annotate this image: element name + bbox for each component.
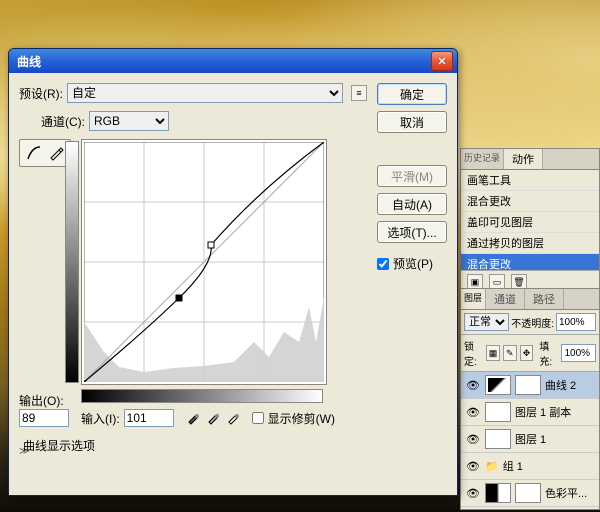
ok-button[interactable]: 确定 <box>377 83 447 105</box>
preview-checkbox[interactable]: 预览(P) <box>377 255 447 272</box>
tab-paths[interactable]: 路径 <box>525 289 564 309</box>
mask-thumb[interactable] <box>515 483 541 503</box>
opacity-field[interactable]: 100% <box>556 313 596 331</box>
channel-label: 通道(C): <box>41 113 85 130</box>
history-item[interactable]: 盖印可见图层 <box>461 212 599 233</box>
visibility-icon[interactable]: 👁 <box>465 460 481 473</box>
output-label: 输出(O): <box>19 392 75 409</box>
visibility-icon[interactable]: 👁 <box>465 406 481 419</box>
eyedropper-black-icon[interactable] <box>186 411 200 425</box>
history-list[interactable]: 画笔工具 混合更改 盖印可见图层 通过拷贝的图层 混合更改 <box>461 170 599 270</box>
blend-mode-select[interactable]: 正常 <box>464 313 509 331</box>
tab-actions[interactable]: 动作 <box>504 149 543 169</box>
layer-row[interactable]: 👁 曲线 2 <box>461 372 599 399</box>
close-button[interactable]: ✕ <box>431 51 453 71</box>
eyedropper-gray-icon[interactable] <box>206 411 220 425</box>
auto-button[interactable]: 自动(A) <box>377 193 447 215</box>
layer-row[interactable]: 👁 图层 1 副本 <box>461 399 599 426</box>
dialog-title: 曲线 <box>13 53 431 70</box>
layer-thumb[interactable] <box>485 483 511 503</box>
eyedroppers <box>186 411 240 425</box>
preset-label: 预设(R): <box>19 85 63 102</box>
curves-dialog: 曲线 ✕ 预设(R): 自定 ≡ 通道(C): RGB <box>8 48 458 496</box>
cancel-button[interactable]: 取消 <box>377 111 447 133</box>
tab-channels[interactable]: 通道 <box>486 289 525 309</box>
tab-layers[interactable]: 图层 <box>461 289 486 309</box>
smooth-button: 平滑(M) <box>377 165 447 187</box>
folder-icon: 📁 <box>485 460 499 473</box>
fill-label: 填充: <box>539 338 558 368</box>
curve-point[interactable] <box>208 242 214 248</box>
lock-brush-icon[interactable]: ✎ <box>503 345 517 361</box>
layer-name: 图层 1 <box>515 431 546 447</box>
layer-name: 曲线 2 <box>545 377 576 393</box>
curve-toolbox <box>19 139 71 167</box>
output-field[interactable] <box>19 409 69 427</box>
lock-move-icon[interactable]: ✥ <box>520 345 534 361</box>
history-item[interactable]: 通过拷贝的图层 <box>461 233 599 254</box>
layer-name: 色彩平... <box>545 485 587 501</box>
preset-select[interactable]: 自定 <box>67 83 343 103</box>
input-label: 输入(I): <box>81 410 120 427</box>
layer-thumb[interactable] <box>485 402 511 422</box>
lock-label: 锁定: <box>464 338 483 368</box>
channel-select[interactable]: RGB <box>89 111 169 131</box>
lock-pixels-icon[interactable]: ▦ <box>486 345 500 361</box>
curve-graph[interactable]: 输入(I): 显示修剪(W) <box>81 139 335 427</box>
preset-menu-icon[interactable]: ≡ <box>351 85 367 101</box>
output-gradient <box>65 141 79 383</box>
titlebar[interactable]: 曲线 ✕ <box>9 49 457 73</box>
history-panel: 历史记录 动作 画笔工具 混合更改 盖印可见图层 通过拷贝的图层 混合更改 ▣ … <box>460 148 600 294</box>
eyedropper-white-icon[interactable] <box>226 411 240 425</box>
input-gradient <box>81 389 323 403</box>
curve-point-tool[interactable] <box>24 143 44 163</box>
visibility-icon[interactable]: 👁 <box>465 487 481 500</box>
fill-field[interactable]: 100% <box>561 344 596 362</box>
tab-history[interactable]: 历史记录 <box>461 149 504 169</box>
layer-name: 组 1 <box>503 458 523 474</box>
layers-panel: 图层 通道 路径 正常 不透明度: 100% 锁定: ▦ ✎ ✥ 填充: 100… <box>460 288 600 510</box>
curve-display-options-toggle[interactable]: ≫ 曲线显示选项 <box>19 437 447 454</box>
layer-thumb[interactable] <box>485 429 511 449</box>
layer-row[interactable]: 👁 图层 1 <box>461 426 599 453</box>
layer-name: 图层 1 副本 <box>515 404 571 420</box>
curve-pencil-tool[interactable] <box>46 143 66 163</box>
visibility-icon[interactable]: 👁 <box>465 433 481 446</box>
input-field[interactable] <box>124 409 174 427</box>
mask-thumb[interactable] <box>515 375 541 395</box>
history-item[interactable]: 混合更改 <box>461 191 599 212</box>
visibility-icon[interactable]: 👁 <box>465 379 481 392</box>
layer-thumb[interactable] <box>485 375 511 395</box>
show-clipping-checkbox[interactable]: 显示修剪(W) <box>252 410 335 427</box>
layers-list: 👁 曲线 2 👁 图层 1 副本 👁 图层 1 👁 📁 组 1 👁 色彩平... <box>461 372 599 507</box>
history-item[interactable]: 画笔工具 <box>461 170 599 191</box>
history-item-selected[interactable]: 混合更改 <box>461 254 599 270</box>
opacity-label: 不透明度: <box>511 315 554 330</box>
layer-row[interactable]: 👁 📁 组 1 <box>461 453 599 480</box>
curve-point-selected[interactable] <box>176 295 182 301</box>
layer-row[interactable]: 👁 色彩平... <box>461 480 599 507</box>
options-button[interactable]: 选项(T)... <box>377 221 447 243</box>
